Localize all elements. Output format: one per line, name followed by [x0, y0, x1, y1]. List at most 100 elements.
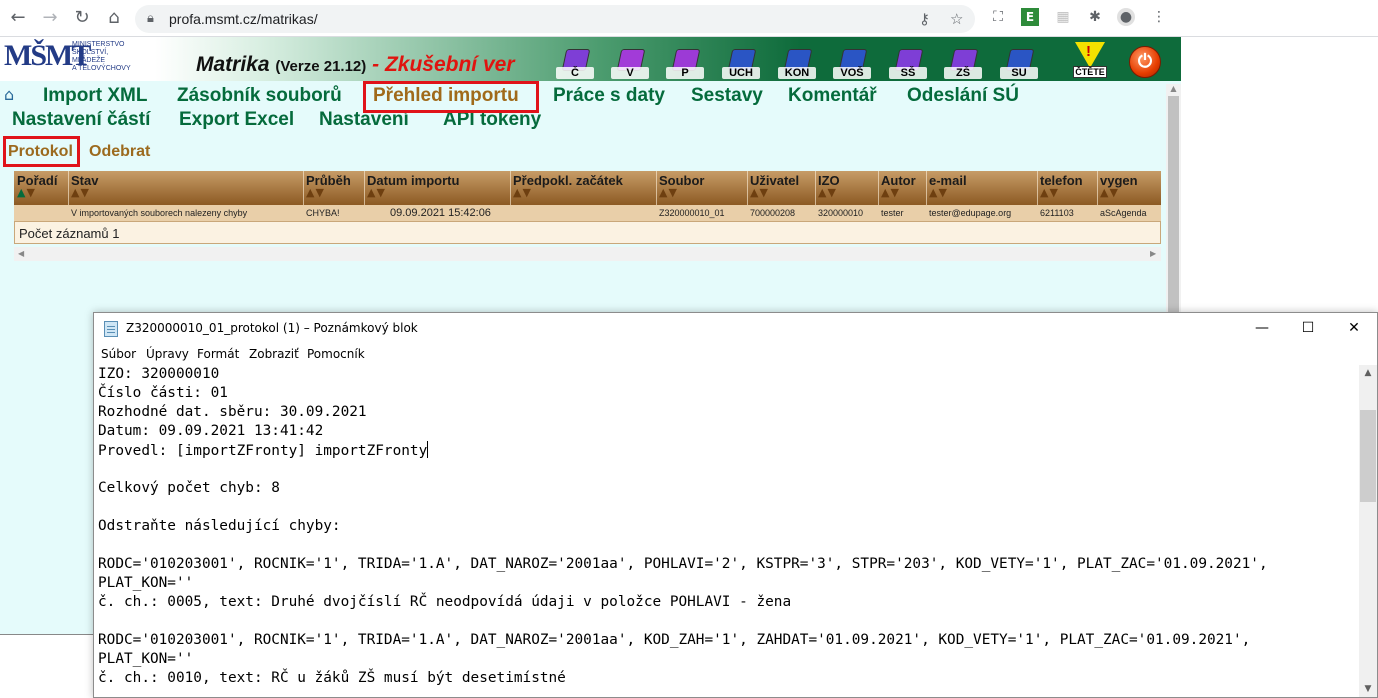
ministry-line: MINISTERSTVO — [72, 41, 125, 48]
menu-odeslani-su[interactable]: Odeslání SÚ — [907, 85, 1019, 107]
text-caret — [427, 441, 429, 458]
section-book-icon[interactable]: SŠ — [889, 49, 927, 79]
text-line: Rozhodné dat. sběru: 30.09.2021 — [98, 404, 367, 420]
browser-toolbar: ← → ↻ ⌂ 🔒︎ profa.msmt.cz/matrikas/ ⚷ ☆ ⛶… — [0, 0, 1378, 37]
section-book-icon[interactable]: VOŠ — [833, 49, 871, 79]
app-name: Matrika — [196, 53, 270, 76]
url-text[interactable]: profa.msmt.cz/matrikas/ — [169, 11, 318, 27]
scroll-right-icon[interactable]: ▶ — [1150, 247, 1156, 261]
section-book-icon[interactable]: KON — [778, 49, 816, 79]
section-book-icon[interactable]: P — [666, 49, 704, 79]
menu-import-xml[interactable]: Import XML — [43, 85, 148, 107]
notepad-icon — [104, 321, 118, 337]
text-line: RODC='010203001', ROCNIK='1', TRIDA='1.A… — [98, 632, 1251, 648]
section-book-icon[interactable]: V — [611, 49, 649, 79]
background-window-fragment — [0, 634, 93, 698]
browser-menu-icon[interactable]: ⋮ — [1150, 8, 1168, 26]
menu-komentar[interactable]: Komentář — [788, 85, 877, 107]
forward-icon[interactable]: → — [38, 6, 62, 30]
menu-upravy[interactable]: Úpravy — [146, 347, 189, 361]
section-book-icon[interactable]: ZŠ — [944, 49, 982, 79]
menu-sestavy[interactable]: Sestavy — [691, 85, 763, 107]
scrollbar-thumb[interactable] — [1168, 96, 1179, 326]
notepad-titlebar[interactable]: Z320000010_01_protokol (1) – Poznámkový … — [94, 313, 1377, 343]
cell-stav: V importovaných souborech nalezeny chyby — [71, 208, 248, 218]
menu-prace-s-daty[interactable]: Práce s daty — [553, 85, 665, 107]
scrollbar-thumb[interactable] — [1360, 410, 1376, 502]
section-book-icon[interactable]: Č — [556, 49, 594, 79]
text-line: Číslo části: 01 — [98, 385, 228, 401]
menu-zobrazit[interactable]: Zobraziť — [249, 347, 299, 361]
extensions-puzzle-icon[interactable]: ✱ — [1086, 8, 1104, 26]
section-book-icon[interactable]: UCH — [722, 49, 760, 79]
notepad-vertical-scrollbar[interactable]: ▲ ▼ — [1359, 365, 1377, 697]
home-menu-icon[interactable]: ⌂ — [4, 85, 14, 104]
power-icon[interactable]: ⏻ — [1129, 46, 1161, 78]
cell-uzivatel: 700000208 — [750, 208, 796, 218]
sort-arrows-icon[interactable]: ▲▼ — [1040, 187, 1059, 198]
address-bar[interactable]: 🔒︎ profa.msmt.cz/matrikas/ ⚷ ☆ — [135, 5, 975, 33]
text-line: Celkový počet chyb: 8 — [98, 480, 280, 496]
menu-format[interactable]: Formát — [197, 347, 239, 361]
sort-arrows-icon[interactable]: ▲▼ — [929, 187, 948, 198]
table-horizontal-scrollbar[interactable]: ◀ ▶ — [14, 247, 1161, 261]
text-line: IZO: 320000010 — [98, 366, 220, 382]
reload-icon[interactable]: ↻ — [70, 6, 94, 30]
sort-arrows-icon[interactable]: ▲▼ — [306, 187, 325, 198]
notepad-text-area[interactable]: IZO: 320000010 Číslo části: 01 Rozhodné da… — [94, 365, 1359, 697]
app-version: (Verze 21.12) — [275, 58, 367, 75]
sort-arrows-icon[interactable]: ▲▼ — [71, 187, 90, 198]
section-book-icon[interactable]: SU — [1000, 49, 1038, 79]
screen-capture-icon[interactable]: ⛶ — [989, 8, 1007, 26]
section-label: Č — [556, 67, 594, 79]
sort-arrows-icon[interactable]: ▲▼ — [818, 187, 837, 198]
cell-datum: 09.09.2021 15:42:06 — [390, 207, 491, 219]
cell-soubor: Z320000010_01 — [659, 208, 725, 218]
warning-read-icon[interactable]: ! ČTĚTE — [1073, 42, 1107, 78]
scroll-up-icon[interactable]: ▲ — [1359, 365, 1377, 381]
record-count: Počet záznamů 1 — [19, 226, 120, 241]
column-divider — [68, 171, 69, 205]
maximize-icon[interactable]: ☐ — [1285, 313, 1331, 343]
extension-e-icon[interactable]: E — [1021, 8, 1039, 26]
key-icon[interactable]: ⚷ — [919, 10, 930, 28]
sort-arrows-icon[interactable]: ▲▼ — [881, 187, 900, 198]
text-line: PLAT_KON='' — [98, 575, 194, 591]
sort-arrows-icon[interactable]: ▲▼ — [17, 187, 36, 198]
section-label: VOŠ — [833, 67, 871, 79]
home-icon[interactable]: ⌂ — [102, 6, 126, 30]
scroll-down-icon[interactable]: ▼ — [1359, 681, 1377, 697]
table-row[interactable]: V importovaných souborech nalezeny chyby… — [14, 205, 1161, 221]
text-line: RODC='010203001', ROCNIK='1', TRIDA='1.A… — [98, 556, 1268, 572]
app-environment: - Zkušební ver — [372, 53, 515, 76]
bookmark-star-icon[interactable]: ☆ — [950, 10, 963, 28]
main-menu: ⌂ Import XML Zásobník souborů Přehled im… — [0, 81, 1166, 131]
sort-arrows-icon[interactable]: ▲▼ — [659, 187, 678, 198]
cell-izo: 320000010 — [818, 208, 864, 218]
minimize-icon[interactable]: — — [1239, 313, 1285, 343]
menu-subor[interactable]: Súbor — [101, 347, 136, 361]
menu-export-excel[interactable]: Export Excel — [179, 109, 294, 131]
menu-nastaveni-casti[interactable]: Nastavení částí — [12, 109, 150, 131]
column-divider — [656, 171, 657, 205]
sort-arrows-icon[interactable]: ▲▼ — [750, 187, 769, 198]
back-icon[interactable]: ← — [6, 6, 30, 30]
warning-exclamation: ! — [1086, 43, 1091, 60]
extension-grid-icon[interactable]: ▦ — [1054, 8, 1072, 26]
cell-email: tester@edupage.org — [929, 208, 1012, 218]
menu-zasobnik-souboru[interactable]: Zásobník souborů — [177, 85, 342, 107]
section-label: V — [611, 67, 649, 79]
lock-icon: 🔒︎ — [147, 11, 154, 26]
profile-avatar-icon[interactable]: ● — [1117, 8, 1135, 26]
submenu-odebrat[interactable]: Odebrat — [89, 143, 150, 161]
sort-arrows-icon[interactable]: ▲▼ — [367, 187, 386, 198]
app-header: MŠMT MINISTERSTVO ŠKOLSTVÍ, MLÁDEŽE A TĚ… — [0, 37, 1181, 81]
menu-pomocnik[interactable]: Pomocník — [307, 347, 365, 361]
scroll-up-icon[interactable]: ▲ — [1166, 84, 1181, 96]
close-icon[interactable]: ✕ — [1331, 313, 1377, 343]
sort-arrows-icon[interactable]: ▲▼ — [513, 187, 532, 198]
scroll-left-icon[interactable]: ◀ — [18, 247, 24, 261]
column-divider — [303, 171, 304, 205]
sort-arrows-icon[interactable]: ▲▼ — [1100, 187, 1119, 198]
ministry-line: MLÁDEŽE — [72, 57, 106, 64]
